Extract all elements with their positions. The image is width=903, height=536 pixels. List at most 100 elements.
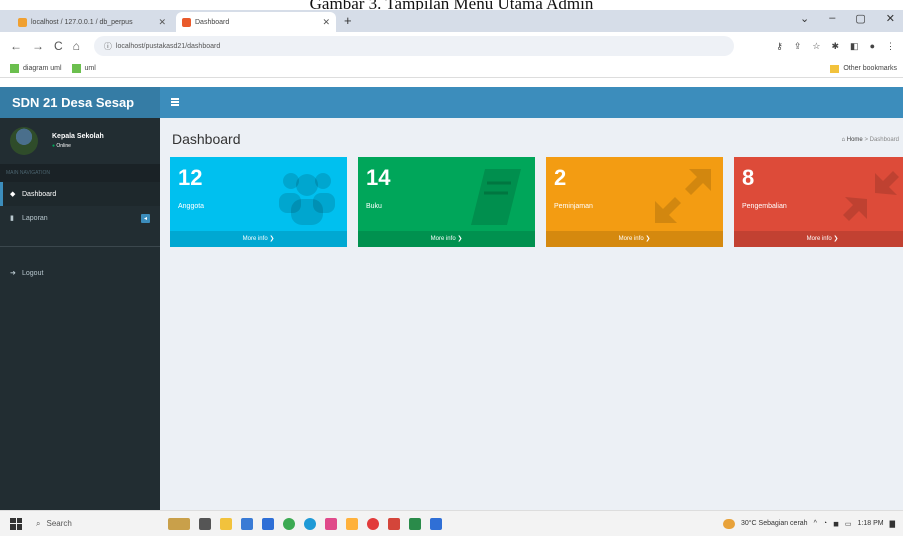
sidebar-item-label: Laporan — [22, 214, 48, 222]
browser-tab-phpmyadmin[interactable]: localhost / 127.0.0.1 / db_perpus ✕ — [12, 12, 172, 32]
bookmarks-bar: diagram uml uml Other bookmarks — [0, 60, 903, 78]
stat-value: 14 — [366, 165, 391, 190]
sidebar-divider — [0, 246, 160, 247]
tab-label: localhost / 127.0.0.1 / db_perpus — [31, 18, 133, 26]
user-status: ● Online — [52, 143, 104, 149]
app-brand[interactable]: SDN 21 Desa Sesap — [0, 87, 160, 118]
online-dot-icon: ● — [52, 143, 56, 149]
site-info-icon[interactable]: ⓘ — [104, 41, 112, 52]
book-icon — [471, 169, 521, 225]
chrome-icon[interactable] — [282, 517, 295, 530]
sidebar-item-dashboard[interactable]: ◆ Dashboard — [0, 182, 160, 206]
more-info-link[interactable]: More info ❯ — [358, 231, 535, 247]
network-icon[interactable]: ◔ — [823, 520, 827, 527]
app-icon[interactable] — [429, 517, 442, 530]
users-icon — [279, 173, 335, 225]
sidebar-item-label: Logout — [22, 269, 44, 277]
sidebar-item-logout[interactable]: ➜ Logout — [0, 261, 160, 285]
url-input[interactable]: ⓘ localhost/pustakasd21/dashboard — [93, 36, 734, 56]
reload-button[interactable]: C — [54, 39, 63, 53]
sidepanel-icon[interactable]: ◧ — [850, 41, 859, 52]
stat-box-anggota: 12 Anggota More info ❯ — [170, 157, 347, 247]
expand-arrows-icon — [655, 169, 711, 223]
new-tab-button[interactable]: + — [344, 13, 352, 28]
stat-value: 12 — [178, 165, 203, 190]
bookmark-item[interactable]: diagram uml — [10, 64, 62, 73]
home-button[interactable]: ⌂ — [73, 39, 80, 53]
extensions-icon[interactable]: ✱ — [832, 41, 840, 52]
breadcrumb-separator: > — [864, 137, 868, 143]
page-title: Dashboard — [172, 131, 241, 147]
back-button[interactable]: ← — [10, 39, 22, 53]
forward-button[interactable]: → — [32, 39, 44, 53]
more-info-link[interactable]: More info ❯ — [734, 231, 903, 247]
speaker-icon[interactable]: ◼ — [833, 520, 839, 528]
clock[interactable]: 1:18 PM — [858, 520, 884, 527]
stat-box-peminjaman: 2 Peminjaman More info ❯ — [546, 157, 723, 247]
store-icon[interactable] — [240, 517, 253, 530]
close-tab-icon[interactable]: ✕ — [322, 17, 330, 28]
bookmark-label: uml — [84, 65, 96, 72]
app-icon[interactable] — [366, 517, 379, 530]
breadcrumb: ⌂ Home > Dashboard — [841, 137, 899, 143]
user-name: Kepala Sekolah — [52, 133, 104, 140]
chevron-up-icon[interactable]: ^ — [814, 520, 817, 527]
app-icon[interactable] — [408, 517, 421, 530]
task-view-icon[interactable] — [198, 517, 211, 530]
sidebar-item-label: Dashboard — [22, 190, 57, 198]
sidebar-toggle-icon[interactable] — [171, 98, 179, 106]
profile-avatar-icon[interactable]: ● — [870, 41, 875, 52]
browser-tab-bar: localhost / 127.0.0.1 / db_perpus ✕ Dash… — [0, 10, 903, 32]
stat-value: 8 — [742, 165, 755, 190]
stat-box-pengembalian: 8 Pengembalian More info ❯ — [734, 157, 903, 247]
taskbar-search-label: Search — [46, 519, 72, 528]
share-icon[interactable]: ⇪ — [794, 41, 802, 52]
bookmark-item[interactable]: uml — [71, 64, 96, 73]
windows-taskbar: ⌕ Search 30°C Sebagian cerah ^ ◔ ◼ ▭ 1:1… — [0, 510, 903, 536]
battery-icon[interactable]: ▭ — [845, 520, 852, 528]
main-content: Dashboard ⌂ Home > Dashboard 12 Anggota … — [160, 118, 903, 510]
main-navigation-header: MAIN NAVIGATION — [0, 164, 160, 182]
key-icon[interactable]: ⚷ — [776, 41, 783, 52]
browser-tab-dashboard[interactable]: Dashboard ✕ — [176, 12, 336, 32]
more-info-link[interactable]: More info ❯ — [546, 231, 723, 247]
widgets-icon[interactable] — [167, 517, 190, 530]
figure-caption: Gambar 3. Tampilan Menu Utama Admin — [309, 0, 594, 10]
edge-icon[interactable] — [303, 517, 316, 530]
bookmark-label: diagram uml — [23, 65, 62, 72]
stat-box-buku: 14 Buku More info ❯ — [358, 157, 535, 247]
bookmark-favicon-icon — [10, 64, 19, 73]
bookmark-star-icon[interactable]: ☆ — [812, 41, 820, 52]
close-window-button[interactable]: ✕ — [886, 12, 895, 25]
chevron-left-icon[interactable]: ◂ — [141, 213, 150, 223]
more-info-link[interactable]: More info ❯ — [170, 231, 347, 247]
address-bar-row: ← → C ⌂ ⓘ localhost/pustakasd21/dashboar… — [0, 32, 903, 60]
maximize-button[interactable]: ▢ — [855, 12, 865, 25]
home-icon: ⌂ — [841, 137, 846, 143]
system-tray: 30°C Sebagian cerah ^ ◔ ◼ ▭ 1:18 PM ▇ — [722, 518, 895, 529]
top-navbar — [160, 87, 903, 118]
windows-start-icon[interactable] — [10, 517, 22, 530]
search-icon: ⌕ — [36, 518, 41, 528]
book-icon: ▮ — [10, 215, 14, 222]
tab-search-icon[interactable]: ⌄ — [800, 12, 809, 25]
close-tab-icon[interactable]: ✕ — [158, 17, 166, 28]
file-explorer-icon[interactable] — [219, 517, 232, 530]
user-panel: Kepala Sekolah ● Online — [0, 118, 160, 164]
app-icon[interactable] — [387, 517, 400, 530]
sidebar-item-laporan[interactable]: ▮ Laporan ◂ — [0, 206, 160, 230]
browser-action-icons: ⚷ ⇪ ☆ ✱ ◧ ● ⋮ — [776, 41, 895, 52]
minimize-button[interactable]: – — [829, 12, 835, 25]
notification-icon[interactable]: ▇ — [890, 520, 895, 528]
weather-text[interactable]: 30°C Sebagian cerah — [741, 520, 808, 527]
app-icon[interactable] — [345, 517, 358, 530]
more-menu-icon[interactable]: ⋮ — [886, 41, 895, 52]
taskbar-search[interactable]: ⌕ Search — [36, 519, 72, 529]
app-icon[interactable] — [324, 517, 337, 530]
breadcrumb-home[interactable]: Home — [847, 137, 863, 143]
folder-icon — [830, 64, 840, 73]
other-bookmarks[interactable]: Other bookmarks — [830, 64, 897, 73]
mail-icon[interactable] — [261, 517, 274, 530]
stat-value: 2 — [554, 165, 567, 190]
stat-label: Peminjaman — [554, 203, 593, 210]
